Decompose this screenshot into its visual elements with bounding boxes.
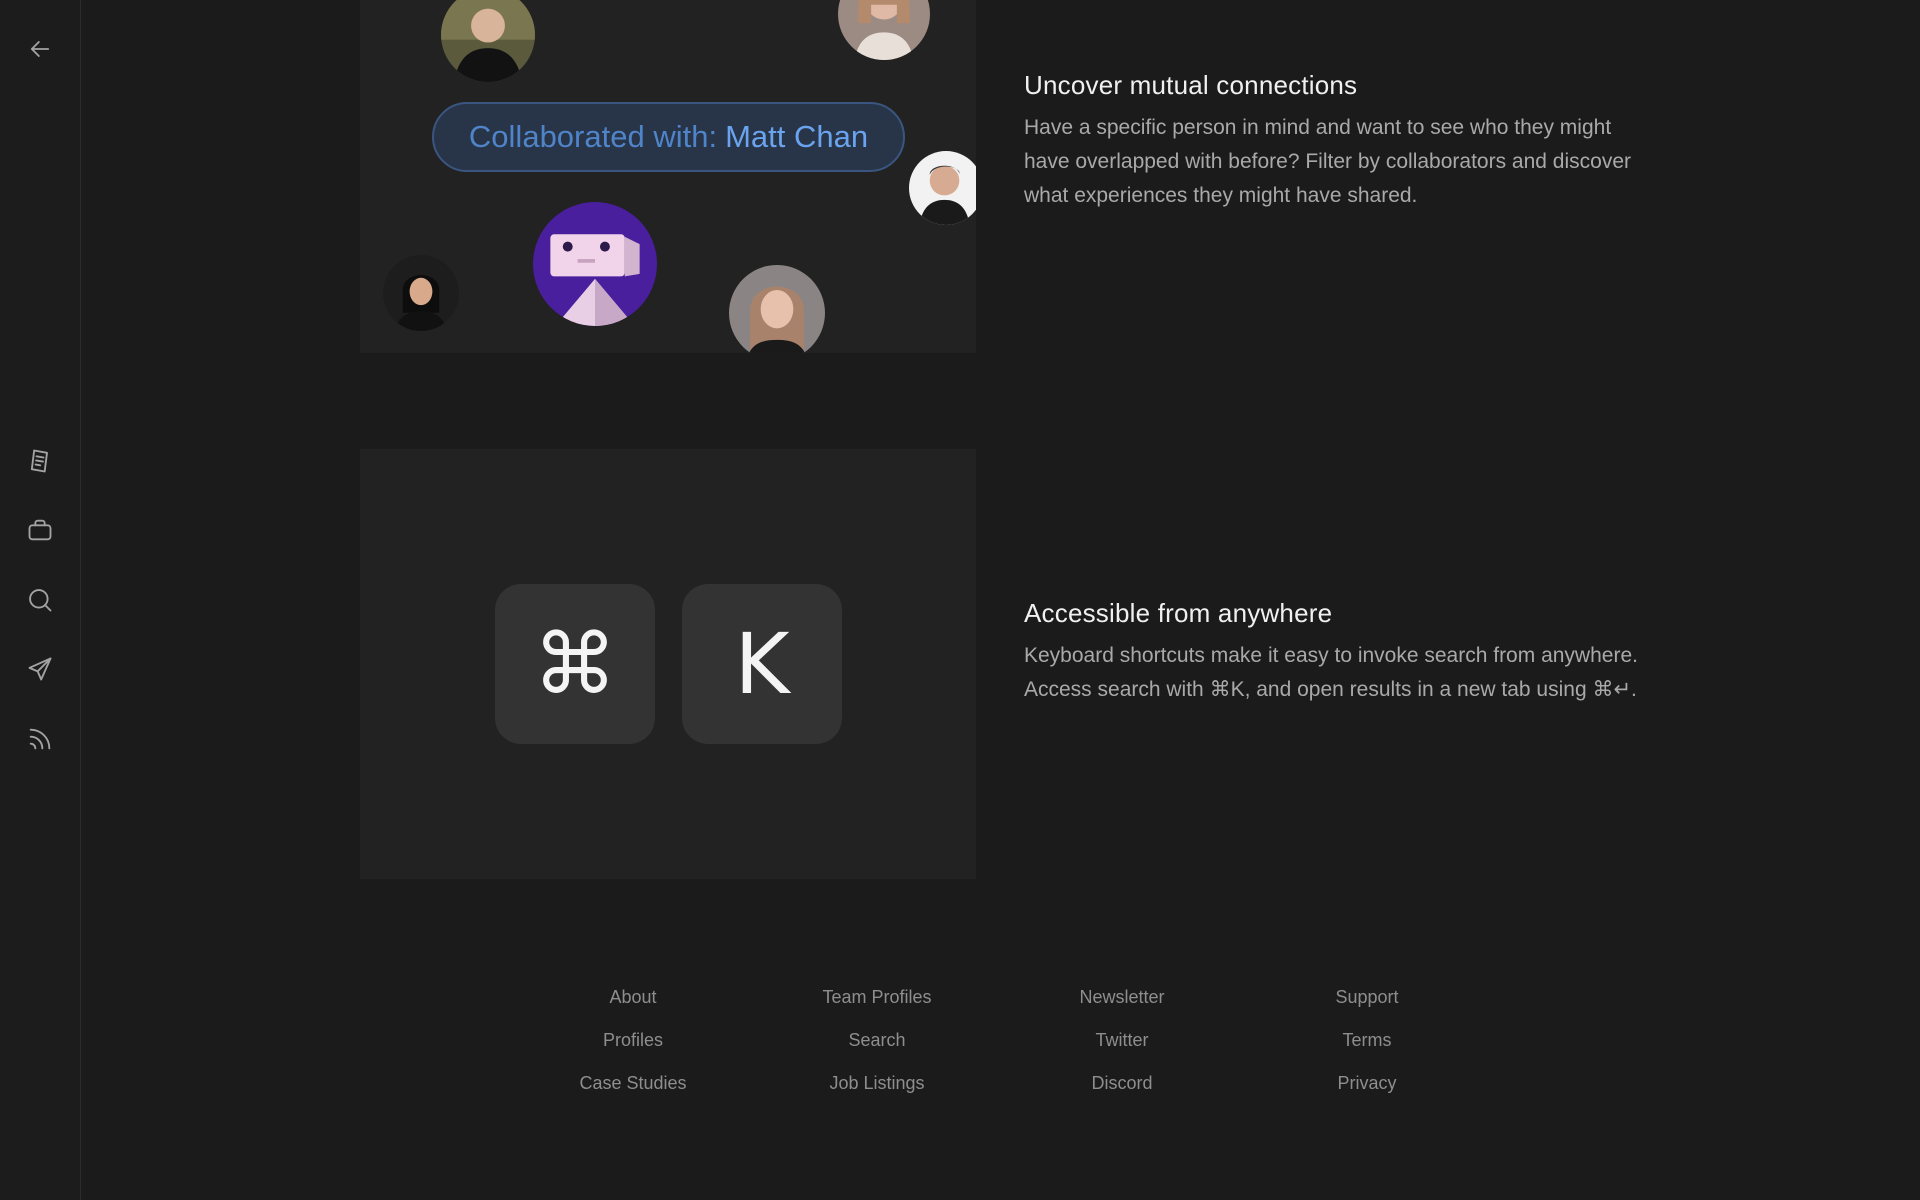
search-icon: [29, 589, 52, 612]
footer-link-twitter[interactable]: Twitter: [1002, 1028, 1242, 1071]
avatar: [441, 0, 535, 82]
avatar: [533, 202, 657, 326]
footer-link-profiles[interactable]: Profiles: [513, 1028, 753, 1071]
back-arrow-icon: [30, 41, 50, 57]
rss-icon: [29, 728, 51, 750]
nav-articles-button[interactable]: [20, 441, 60, 481]
footer-link-about[interactable]: About: [513, 985, 753, 1028]
avatar: [729, 265, 825, 353]
collaborated-with-filter[interactable]: Collaborated with: Matt Chan: [432, 102, 905, 172]
filter-label: Collaborated with:: [468, 119, 718, 154]
avatar: [838, 0, 930, 60]
footer-column: Support Terms Privacy: [1247, 985, 1487, 1114]
feature-title: Accessible from anywhere: [1024, 598, 1333, 628]
filter-value: Matt Chan: [725, 119, 869, 154]
footer-column: Team Profiles Search Job Listings: [757, 985, 997, 1114]
footer-link-newsletter[interactable]: Newsletter: [1002, 985, 1242, 1028]
footer-link-terms[interactable]: Terms: [1247, 1028, 1487, 1071]
footer-link-privacy[interactable]: Privacy: [1247, 1071, 1487, 1114]
avatar: [383, 255, 459, 331]
nav-feed-button[interactable]: [20, 719, 60, 759]
nav-jobs-button[interactable]: [20, 510, 60, 550]
nav-send-button[interactable]: [20, 649, 60, 689]
feature-title: Uncover mutual connections: [1024, 70, 1358, 100]
nav-search-button[interactable]: [20, 580, 60, 620]
feature-accessible-anywhere: Accessible from anywhere Keyboard shortc…: [1024, 598, 1644, 707]
back-button[interactable]: [20, 29, 60, 69]
k-key: K: [682, 584, 842, 744]
footer-column: Newsletter Twitter Discord: [1002, 985, 1242, 1114]
command-key: ⌘: [495, 584, 655, 744]
footer-column: About Profiles Case Studies: [513, 985, 753, 1114]
keyboard-shortcut-illustration: ⌘ K: [360, 449, 976, 879]
footer-link-job-listings[interactable]: Job Listings: [757, 1071, 997, 1114]
collaborators-illustration: Collaborated with: Matt Chan: [360, 0, 976, 353]
send-icon: [28, 657, 52, 681]
feature-description: Have a specific person in mind and want …: [1024, 116, 1632, 207]
briefcase-icon: [28, 519, 52, 541]
avatar: [909, 151, 976, 225]
footer-link-case-studies[interactable]: Case Studies: [513, 1071, 753, 1114]
document-icon: [30, 449, 48, 473]
feature-mutual-connections: Uncover mutual connections Have a specif…: [1024, 70, 1644, 213]
sidebar: [0, 0, 81, 1200]
footer-link-discord[interactable]: Discord: [1002, 1071, 1242, 1114]
footer-link-support[interactable]: Support: [1247, 985, 1487, 1028]
footer-link-team-profiles[interactable]: Team Profiles: [757, 985, 997, 1028]
footer-link-search[interactable]: Search: [757, 1028, 997, 1071]
feature-description: Keyboard shortcuts make it easy to invok…: [1024, 644, 1638, 701]
